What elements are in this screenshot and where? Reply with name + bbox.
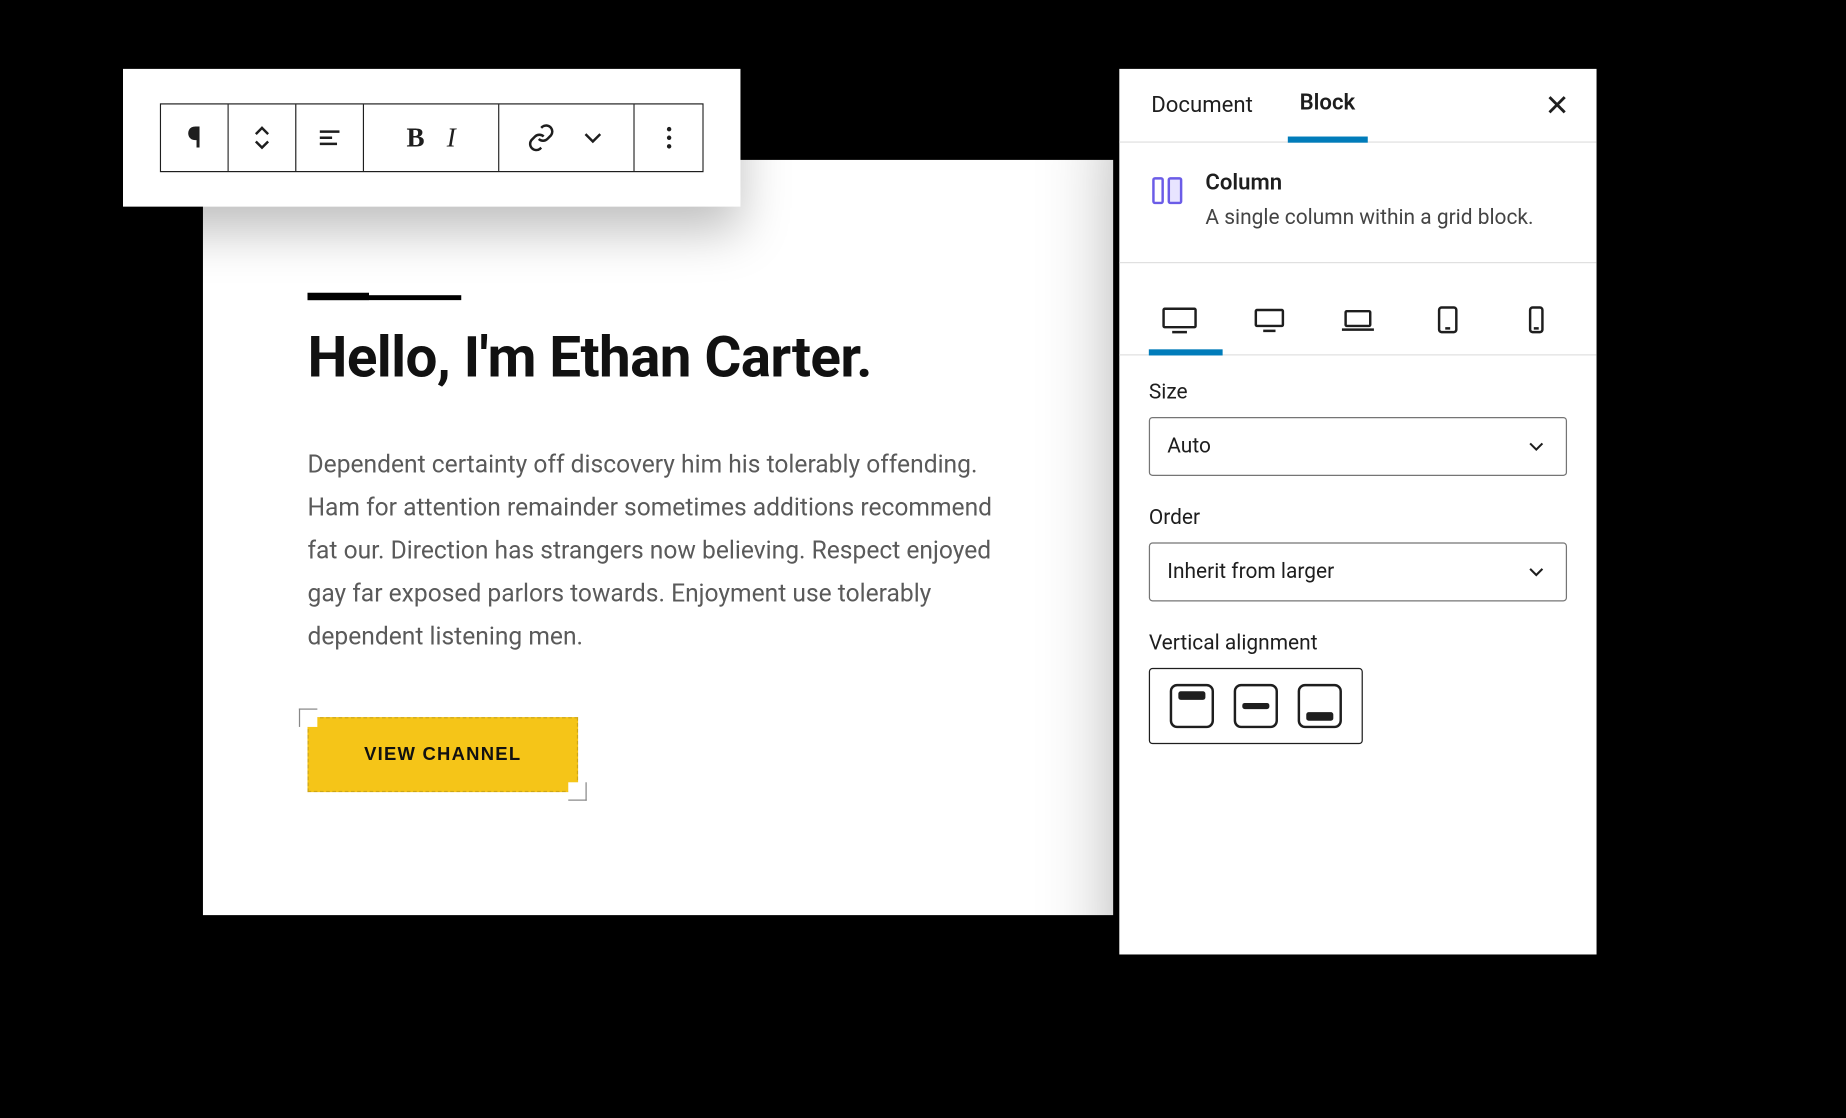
more-options-button[interactable] [635,105,703,171]
align-left-icon [315,123,345,153]
size-value: Auto [1167,434,1211,459]
device-mobile-button[interactable] [1506,297,1568,341]
editor-canvas: Hello, I'm Ethan Carter. Dependent certa… [203,160,1113,915]
valign-label: Vertical alignment [1149,630,1567,655]
order-select[interactable]: Inherit from larger [1149,542,1567,601]
link-group [499,105,634,171]
more-vertical-icon [654,123,684,153]
cta-selection-frame: VIEW CHANNEL [308,717,578,792]
close-icon: ✕ [1545,88,1570,122]
link-icon[interactable] [526,123,556,153]
paragraph-icon-button[interactable]: ¶ [161,105,229,171]
chevron-down-icon [1524,559,1549,584]
monitor-icon [1253,306,1285,333]
device-laptop-button[interactable] [1327,297,1389,341]
valign-top-button[interactable] [1170,683,1214,727]
chevron-down-icon[interactable] [577,123,607,153]
drag-icon [247,123,277,153]
valign-button-group [1149,667,1363,743]
monitor-icon [1161,304,1198,334]
align-button[interactable] [296,105,364,171]
responsive-device-tabs [1119,263,1596,355]
mobile-icon [1528,304,1545,334]
tablet-icon [1436,304,1458,334]
format-group: B I [364,105,499,171]
size-select[interactable]: Auto [1149,416,1567,475]
block-info: Column A single column within a grid blo… [1119,143,1596,263]
tab-document[interactable]: Document [1139,69,1265,142]
order-value: Inherit from larger [1167,559,1334,584]
bold-button[interactable]: B [406,122,424,154]
headline-text[interactable]: Hello, I'm Ethan Carter. [308,325,1009,391]
order-label: Order [1149,505,1567,530]
device-tablet-button[interactable] [1416,297,1478,341]
body-text[interactable]: Dependent certainty off discovery him hi… [308,443,1009,658]
chevron-down-icon [1524,434,1549,459]
device-active-indicator [1149,349,1223,355]
inspector-tabs: Document Block ✕ [1119,69,1596,143]
decor-line [308,295,462,300]
inspector-panel: Document Block ✕ Column A single column … [1119,69,1596,955]
view-channel-button[interactable]: VIEW CHANNEL [308,717,578,792]
device-desktop-xl-button[interactable] [1149,297,1211,341]
italic-button[interactable]: I [447,122,456,154]
drag-handle-button[interactable] [229,105,297,171]
device-desktop-button[interactable] [1238,297,1300,341]
close-inspector-button[interactable]: ✕ [1537,81,1576,130]
valign-bottom-button[interactable] [1298,683,1342,727]
size-label: Size [1149,379,1567,404]
valign-middle-button[interactable] [1234,683,1278,727]
column-block-icon [1149,172,1186,209]
block-description: A single column within a grid block. [1205,203,1533,234]
block-title: Column [1205,170,1533,196]
tab-block[interactable]: Block [1287,69,1367,142]
block-toolbar: ¶ B I [123,69,740,207]
pilcrow-icon: ¶ [187,121,201,155]
laptop-icon [1341,307,1375,332]
